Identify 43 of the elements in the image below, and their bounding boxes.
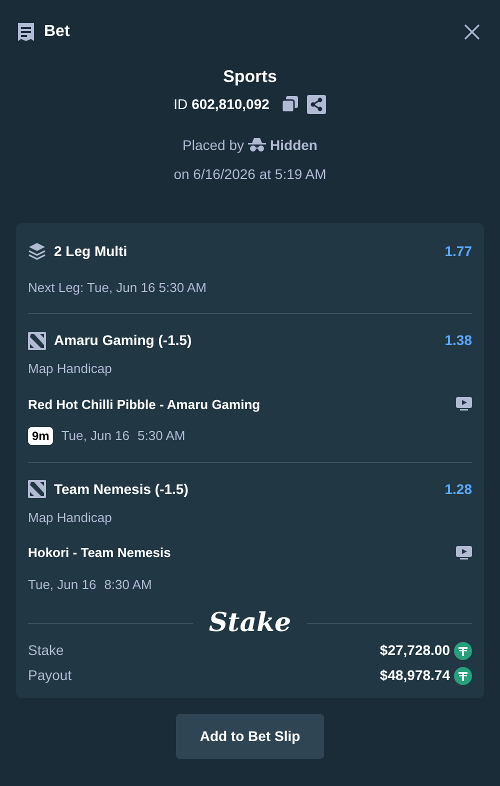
leg-odds: 1.38 <box>444 331 472 350</box>
leg-odds: 1.28 <box>444 480 472 498</box>
multi-title: 2 Leg Multi <box>54 242 128 261</box>
total-label: Payout <box>28 666 72 685</box>
market-name: Map Handicap <box>28 508 113 527</box>
placed-by-label: Placed by <box>182 136 244 155</box>
countdown-badge: 9m <box>28 426 54 445</box>
layers-icon <box>28 242 46 260</box>
add-to-bet-slip-button[interactable]: Add to Bet Slip <box>176 714 324 759</box>
dialog-title: Bet <box>44 22 70 42</box>
tether-coin-icon <box>454 642 472 660</box>
total-amount: $27,728.00 <box>380 641 450 660</box>
total-label: Stake <box>28 641 64 660</box>
selection-name: Team Nemesis (-1.5) <box>54 480 188 499</box>
game-icon <box>28 332 46 350</box>
match-time: 5:30 AM <box>138 427 186 445</box>
match-name: Hokori - Team Nemesis <box>28 544 171 562</box>
receipt-icon <box>16 22 36 42</box>
placed-date: on 6/16/2026 at 5:19 AM <box>174 164 326 184</box>
bet-category: Sports <box>223 66 277 88</box>
copy-button[interactable] <box>281 95 300 113</box>
match-name: Red Hot Chilli Pibble - Amaru Gaming <box>28 396 260 414</box>
tv-icon[interactable] <box>456 397 472 412</box>
share-icon <box>307 94 326 114</box>
total-odds: 1.77 <box>444 242 472 260</box>
bet-id-label: ID <box>174 94 188 114</box>
total-amount: $48,978.74 <box>380 666 450 685</box>
match-date: Tue, Jun 16 <box>61 427 130 445</box>
bet-id: 602,810,092 <box>192 94 270 114</box>
game-icon <box>28 480 46 498</box>
match-time: 8:30 AM <box>104 576 152 594</box>
share-button[interactable] <box>307 94 326 114</box>
copy-icon <box>281 95 300 113</box>
tv-icon[interactable] <box>456 546 472 560</box>
market-name: Map Handicap <box>28 360 113 378</box>
brand-logo: Stake <box>208 610 292 636</box>
incognito-icon <box>248 138 266 152</box>
selection-name: Amaru Gaming (-1.5) <box>54 331 192 350</box>
match-date: Tue, Jun 16 <box>28 576 96 594</box>
next-leg-text: Next Leg: Tue, Jun 16 5:30 AM <box>28 278 208 297</box>
tether-coin-icon <box>454 666 472 684</box>
user-name: Hidden <box>270 136 318 154</box>
close-icon <box>464 24 480 40</box>
